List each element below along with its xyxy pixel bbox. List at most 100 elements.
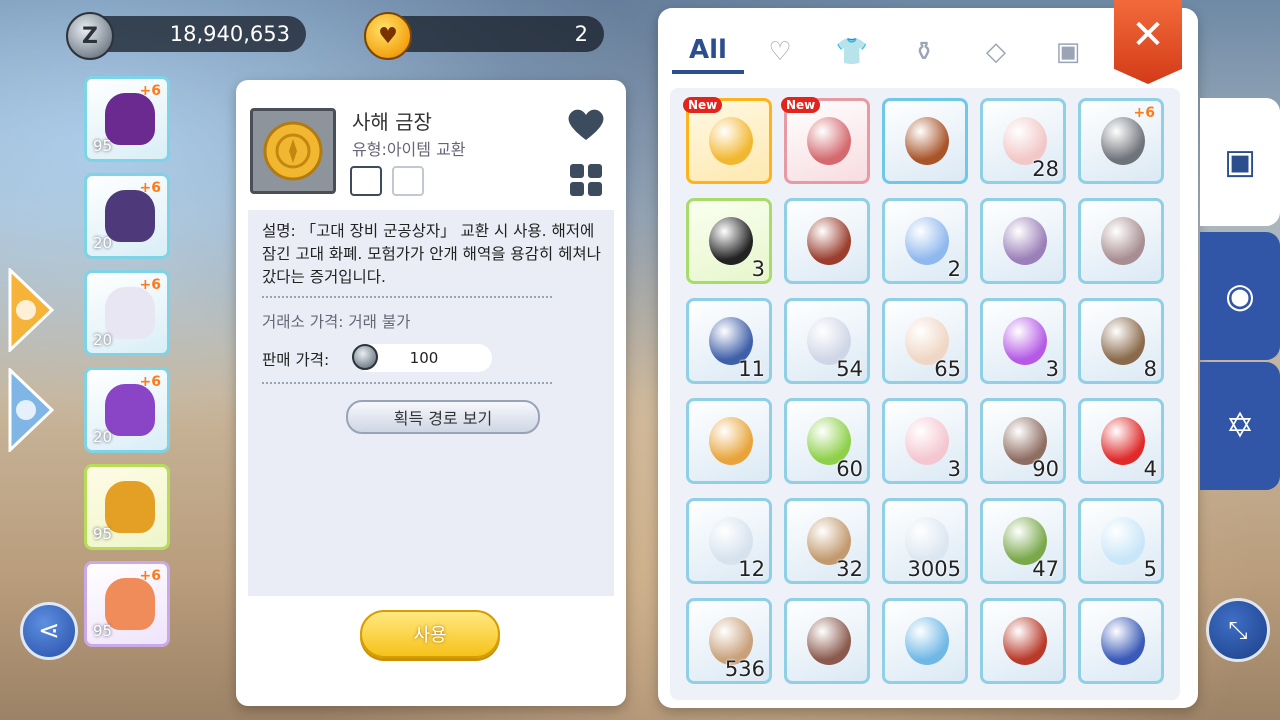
- equipment-slot[interactable]: +6 20: [84, 270, 170, 356]
- inventory-slot[interactable]: 11: [686, 298, 772, 384]
- item-count: 5: [1143, 557, 1157, 581]
- grid-view-icon[interactable]: [570, 164, 602, 196]
- equipment-art: [105, 384, 155, 436]
- backpack-tab[interactable]: ▣: [1200, 98, 1280, 226]
- refine-level: +6: [139, 374, 161, 390]
- inventory-slot[interactable]: 3005: [882, 498, 968, 584]
- item-art: [709, 117, 753, 165]
- item-art: [905, 417, 949, 465]
- use-button-label: 사용: [413, 625, 447, 646]
- exchange-price: 거래소 가격: 거래 불가: [262, 313, 411, 331]
- zeny-bag-tab[interactable]: ◉: [1200, 232, 1280, 360]
- inventory-slot[interactable]: [980, 598, 1066, 684]
- item-count: 3: [1045, 357, 1059, 381]
- item-count: 54: [836, 357, 863, 381]
- inventory-slot[interactable]: [1078, 598, 1164, 684]
- item-count: 28: [1032, 157, 1059, 181]
- inventory-slot[interactable]: 32: [784, 498, 870, 584]
- inventory-slot[interactable]: [882, 98, 968, 184]
- item-count: 12: [738, 557, 765, 581]
- item-art: [1101, 117, 1145, 165]
- item-type: 유형:아이템 교환: [352, 140, 466, 159]
- inventory-slot[interactable]: 12: [686, 498, 772, 584]
- inventory-slot[interactable]: [980, 198, 1066, 284]
- sell-price-label: 판매 가격:: [262, 351, 330, 369]
- equipment-art: [105, 190, 155, 242]
- inventory-slot[interactable]: 47: [980, 498, 1066, 584]
- inventory-slot[interactable]: [784, 598, 870, 684]
- tab-equipment-shirt-icon[interactable]: 👕: [816, 30, 888, 74]
- item-count: 3: [751, 257, 765, 281]
- tab-card-icon[interactable]: ▣: [1032, 30, 1104, 74]
- item-art: [1101, 517, 1145, 565]
- expand-icon-button[interactable]: ⤡: [1206, 598, 1270, 662]
- item-storage-icon[interactable]: [392, 166, 424, 196]
- tab-consumable-potion-icon[interactable]: ⚱: [888, 30, 960, 74]
- inventory-slot[interactable]: [882, 598, 968, 684]
- divider: [262, 296, 552, 298]
- item-art: [709, 217, 753, 265]
- equipment-art: [105, 287, 155, 339]
- inventory-slot[interactable]: 54: [784, 298, 870, 384]
- favorite-heart-icon[interactable]: [566, 106, 606, 142]
- inventory-slot[interactable]: +6: [1078, 98, 1164, 184]
- inventory-slot[interactable]: 90: [980, 398, 1066, 484]
- inventory-slot[interactable]: 536: [686, 598, 772, 684]
- close-button[interactable]: ✕: [1114, 0, 1182, 84]
- inventory-slot[interactable]: 8: [1078, 298, 1164, 384]
- item-art: [1003, 317, 1047, 365]
- inventory-slot[interactable]: 28: [980, 98, 1066, 184]
- item-count: 3: [947, 457, 961, 481]
- zeny-amount: 18,940,653: [169, 22, 290, 46]
- item-level: 95: [93, 137, 113, 155]
- item-art: [905, 617, 949, 665]
- inventory-slot[interactable]: 2: [882, 198, 968, 284]
- equipment-slot[interactable]: +6 20: [84, 367, 170, 453]
- inventory-slot[interactable]: 3: [686, 198, 772, 284]
- item-description: 설명: 「고대 장비 군공상자」 교환 시 사용. 해저에 잠긴 고대 화폐. …: [262, 222, 601, 286]
- item-level: 20: [93, 234, 113, 252]
- item-count: 47: [1032, 557, 1059, 581]
- inventory-slot[interactable]: [686, 398, 772, 484]
- inventory-slot[interactable]: 3: [980, 298, 1066, 384]
- refine-level: +6: [139, 83, 161, 99]
- refine-level: +6: [139, 277, 161, 293]
- equipment-arrow-tab[interactable]: [8, 268, 54, 352]
- item-count: 4: [1143, 457, 1157, 481]
- inventory-slot[interactable]: 65: [882, 298, 968, 384]
- equipment-slot[interactable]: 95: [84, 464, 170, 550]
- acquire-path-button[interactable]: 획득 경로 보기: [346, 400, 540, 434]
- inventory-slot[interactable]: 60: [784, 398, 870, 484]
- inventory-grid: New New 28 +6 3 2 11 54 65 3 8 60 3 90 4 12 32 3005 47 5 536: [670, 88, 1180, 700]
- magic-circle-tab[interactable]: ✡: [1200, 362, 1280, 490]
- sell-price-value: 100: [409, 349, 439, 367]
- item-info-icon[interactable]: [350, 166, 382, 196]
- item-level: 20: [93, 331, 113, 349]
- item-art: [807, 117, 851, 165]
- equipment-slot[interactable]: +6 95: [84, 561, 170, 647]
- item-name: 사해 금장: [352, 110, 432, 134]
- item-count: 90: [1032, 457, 1059, 481]
- inventory-slot[interactable]: New: [683, 97, 772, 184]
- use-button[interactable]: 사용: [360, 610, 500, 658]
- item-level: 20: [93, 428, 113, 446]
- share-button[interactable]: ⋖: [20, 602, 78, 660]
- inventory-slot[interactable]: [784, 198, 870, 284]
- inventory-slot[interactable]: 4: [1078, 398, 1164, 484]
- tab-all[interactable]: All: [672, 30, 744, 74]
- equipment-slot[interactable]: +6 95: [84, 76, 170, 162]
- inventory-slot[interactable]: New: [781, 97, 870, 184]
- character-arrow-tab[interactable]: [8, 368, 54, 452]
- inventory-slot[interactable]: [1078, 198, 1164, 284]
- new-badge: New: [781, 97, 821, 113]
- item-art: [905, 217, 949, 265]
- refine-level: +6: [139, 568, 161, 584]
- item-art: [1101, 617, 1145, 665]
- inventory-slot[interactable]: 5: [1078, 498, 1164, 584]
- equipment-art: [105, 93, 155, 145]
- inventory-slot[interactable]: 3: [882, 398, 968, 484]
- tab-gem-icon[interactable]: ◇: [960, 30, 1032, 74]
- equipment-slot[interactable]: +6 20: [84, 173, 170, 259]
- tab-favorite-heart-icon[interactable]: ♡: [744, 30, 816, 74]
- item-art: [1101, 417, 1145, 465]
